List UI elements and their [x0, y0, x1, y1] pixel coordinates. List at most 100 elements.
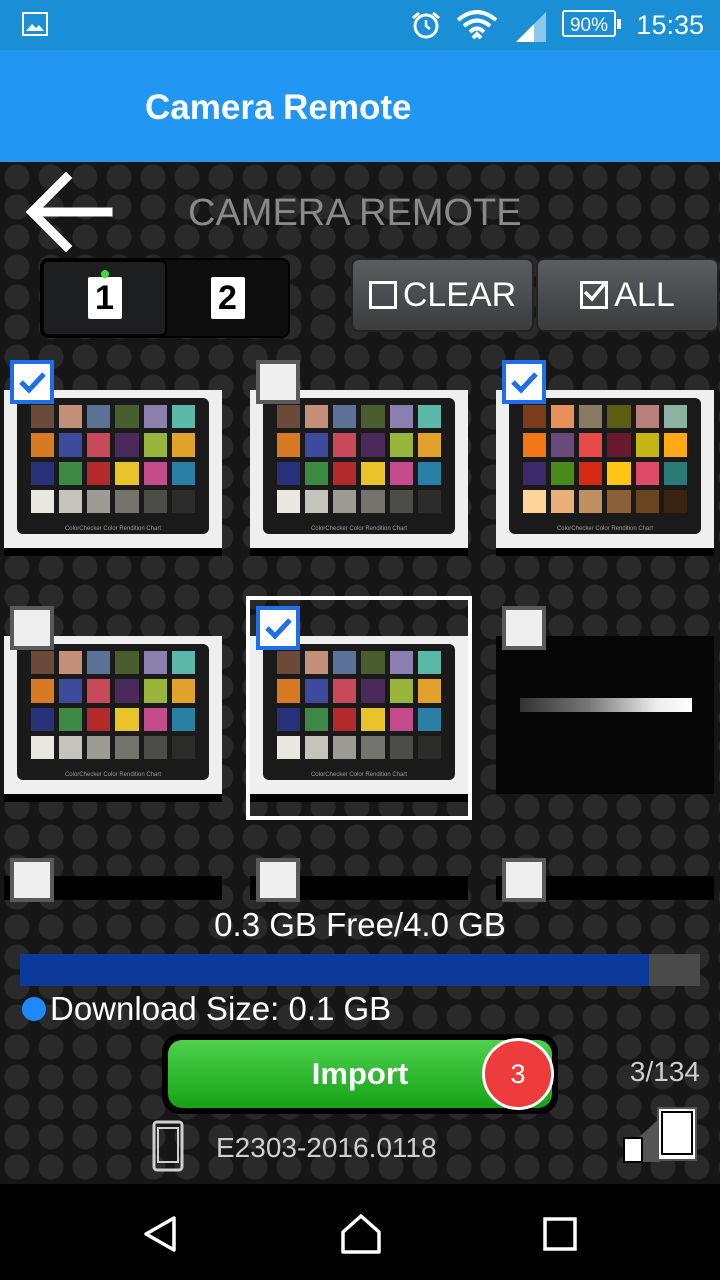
- color-swatch: [389, 433, 414, 457]
- thumbnail-bottom-bar: [250, 548, 468, 556]
- color-swatch-grid: [522, 404, 688, 514]
- color-swatch: [607, 433, 631, 457]
- chart-board: ColorChecker Color Rendition Chart: [17, 643, 209, 780]
- dark-photo: [496, 636, 714, 794]
- color-swatch: [58, 735, 83, 760]
- image-notification-icon: [22, 12, 48, 36]
- checkbox-checked-icon: [580, 280, 609, 309]
- storage-switch-icon[interactable]: [620, 1106, 700, 1166]
- photo-thumbnail[interactable]: ColorChecker Color Rendition Chart: [4, 360, 222, 556]
- select-all-button[interactable]: ALL: [536, 258, 719, 332]
- color-swatch: [276, 489, 300, 514]
- app-bar: Camera Remote: [0, 50, 720, 162]
- color-swatch: [579, 461, 603, 485]
- color-swatch: [522, 433, 546, 457]
- photo-thumbnail[interactable]: [4, 858, 222, 902]
- clear-button[interactable]: CLEAR: [351, 258, 534, 332]
- color-swatch: [304, 404, 329, 429]
- chart-caption: ColorChecker Color Rendition Chart: [556, 526, 654, 533]
- color-swatch: [522, 404, 546, 429]
- color-swatch: [143, 489, 168, 514]
- blue-dot-icon: [22, 997, 46, 1021]
- tab-slot-2[interactable]: 2: [167, 260, 288, 336]
- color-swatch: [143, 650, 168, 675]
- phone-icon: [152, 1120, 184, 1172]
- color-swatch: [579, 489, 603, 514]
- import-button-frame: Import 3: [162, 1034, 558, 1114]
- photo-thumbnail[interactable]: ColorChecker Color Rendition Chart: [246, 596, 472, 820]
- color-swatch: [30, 735, 54, 760]
- main-panel: CAMERA REMOTE 1 2 CLEAR ALL ColorChecker…: [0, 162, 720, 1184]
- photo-thumbnail[interactable]: [250, 858, 468, 902]
- tab-slot-2-label: 2: [210, 277, 245, 319]
- color-swatch: [143, 735, 168, 760]
- photo-thumbnail[interactable]: ColorChecker Color Rendition Chart: [250, 360, 468, 556]
- back-arrow-icon[interactable]: [22, 170, 114, 254]
- checkbox-outline-icon: [368, 281, 397, 309]
- color-swatch: [522, 461, 546, 485]
- color-chart-photo: ColorChecker Color Rendition Chart: [250, 390, 468, 548]
- selected-count-badge: 3: [482, 1038, 554, 1110]
- color-swatch: [333, 489, 357, 514]
- color-swatch: [361, 433, 385, 457]
- color-swatch: [418, 461, 442, 485]
- color-swatch: [664, 489, 688, 514]
- color-swatch: [550, 433, 575, 457]
- gradient-strip: [520, 698, 692, 712]
- photo-thumbnail[interactable]: ColorChecker Color Rendition Chart: [496, 360, 714, 556]
- signal-icon: [516, 12, 546, 42]
- tab-slot-1-label: 1: [87, 277, 122, 319]
- color-swatch: [276, 461, 300, 485]
- photo-thumbnail[interactable]: [496, 606, 714, 794]
- checkbox-unchecked[interactable]: [256, 360, 300, 404]
- color-swatch: [418, 433, 442, 457]
- color-swatch: [172, 650, 196, 675]
- tab-slot-1[interactable]: 1: [42, 260, 167, 336]
- checkbox-unchecked[interactable]: [10, 606, 54, 650]
- color-swatch: [172, 679, 196, 703]
- storage-bar: [20, 954, 700, 986]
- photo-thumbnail[interactable]: ColorChecker Color Rendition Chart: [4, 606, 222, 802]
- color-swatch: [172, 707, 196, 731]
- checkbox-unchecked[interactable]: [502, 606, 546, 650]
- alarm-icon: [412, 11, 440, 39]
- checkbox-unchecked[interactable]: [10, 858, 54, 902]
- checkbox-unchecked[interactable]: [256, 858, 300, 902]
- color-swatch: [87, 707, 111, 731]
- color-swatch: [664, 461, 688, 485]
- checkmark-icon: [19, 372, 46, 394]
- color-swatch: [389, 489, 414, 514]
- color-swatch: [143, 404, 168, 429]
- color-swatch: [58, 433, 83, 457]
- photo-thumbnail[interactable]: [496, 858, 714, 902]
- color-swatch: [304, 433, 329, 457]
- color-swatch: [30, 707, 54, 731]
- color-swatch: [87, 461, 111, 485]
- color-chart-photo: ColorChecker Color Rendition Chart: [4, 390, 222, 548]
- checkbox-checked[interactable]: [502, 360, 546, 404]
- color-swatch: [87, 679, 111, 703]
- color-swatch: [143, 433, 168, 457]
- checkbox-checked[interactable]: [10, 360, 54, 404]
- color-swatch: [635, 489, 660, 514]
- checkbox-unchecked[interactable]: [502, 858, 546, 902]
- color-swatch: [635, 404, 660, 429]
- storage-bar-fill: [20, 954, 649, 986]
- color-swatch: [522, 489, 546, 514]
- color-swatch: [87, 489, 111, 514]
- download-size-label: Download Size: 0.1 GB: [50, 990, 392, 1027]
- color-swatch: [664, 404, 688, 429]
- recents-nav-icon[interactable]: [542, 1216, 578, 1252]
- color-swatch: [635, 433, 660, 457]
- image-count: 3/134: [629, 1056, 700, 1087]
- color-swatch: [58, 461, 83, 485]
- color-swatch: [389, 404, 414, 429]
- color-swatch: [87, 433, 111, 457]
- color-swatch: [333, 461, 357, 485]
- color-swatch: [115, 735, 139, 760]
- back-nav-icon[interactable]: [140, 1214, 180, 1254]
- status-bar: 90% 15:35: [0, 0, 720, 50]
- home-nav-icon[interactable]: [339, 1212, 383, 1256]
- thumbnail-bottom-bar: [4, 794, 222, 802]
- color-swatch: [550, 404, 575, 429]
